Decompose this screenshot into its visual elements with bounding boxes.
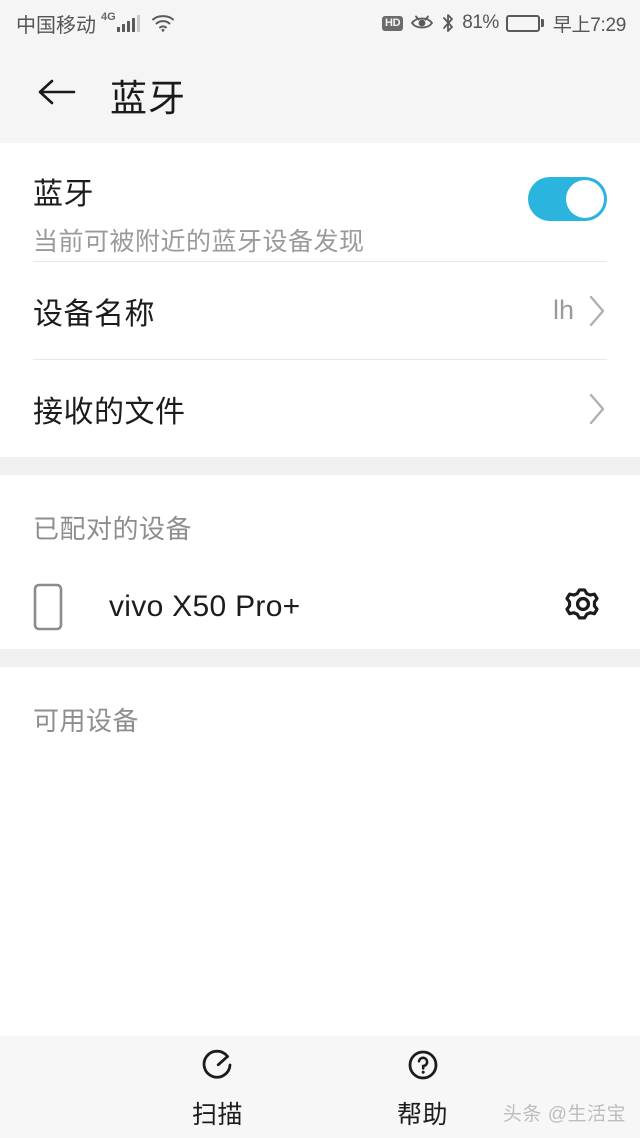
bottom-action-bar: 扫描 帮助 头条 @生活宝 [0, 1036, 640, 1138]
scan-label: 扫描 [191, 1101, 243, 1129]
device-settings-button[interactable] [559, 583, 607, 631]
bluetooth-icon [441, 13, 455, 33]
wifi-icon [151, 14, 175, 32]
scan-button[interactable]: 扫描 [158, 1043, 278, 1131]
watermark-label: 头条 @生活宝 [502, 1104, 626, 1125]
toggle-knob [566, 180, 604, 218]
paired-device-name: vivo X50 Pro+ [109, 589, 301, 623]
network-indicator: 4G [101, 11, 141, 32]
arrow-left-icon [36, 76, 78, 113]
bluetooth-title: 蓝牙 [33, 178, 94, 211]
device-name-value: lh [552, 295, 574, 325]
bluetooth-toggle-switch[interactable] [528, 177, 607, 221]
available-devices-list [0, 756, 640, 1028]
eye-comfort-icon [410, 14, 434, 32]
status-bar-right: HD 81% 早上7:29 [381, 10, 626, 37]
help-button[interactable]: 帮助 [363, 1043, 483, 1131]
bluetooth-toggle-row[interactable]: 蓝牙 当前可被附近的蓝牙设备发现 [0, 143, 640, 261]
hd-badge-icon: HD [381, 15, 404, 31]
phone-icon [33, 583, 83, 631]
device-name-row[interactable]: 设备名称 lh [0, 262, 640, 359]
network-type-label: 4G [101, 10, 116, 23]
status-bar-left: 中国移动 4G [16, 9, 175, 38]
clock-label: 早上7:29 [552, 14, 626, 36]
paired-devices-header: 已配对的设备 [0, 475, 640, 564]
available-devices-header: 可用设备 [0, 667, 640, 756]
device-name-label: 设备名称 [33, 297, 155, 331]
settings-content: 蓝牙 当前可被附近的蓝牙设备发现 设备名称 lh 接收的文件 已配对的设备 vi… [0, 143, 640, 1028]
app-header: 蓝牙 [0, 46, 640, 143]
help-label: 帮助 [396, 1101, 448, 1129]
bluetooth-subtitle: 当前可被附近的蓝牙设备发现 [33, 228, 365, 256]
battery-percent-label: 81% [462, 12, 499, 33]
back-button[interactable] [33, 71, 81, 119]
status-bar: 中国移动 4G HD 81% 早上7:29 [0, 0, 640, 46]
chevron-right-icon [587, 392, 607, 426]
bluetooth-row-text: 蓝牙 当前可被附近的蓝牙设备发现 [33, 169, 528, 258]
paired-device-row[interactable]: vivo X50 Pro+ [0, 564, 640, 649]
received-files-row[interactable]: 接收的文件 [0, 360, 640, 457]
carrier-label: 中国移动 [16, 14, 96, 37]
signal-strength-icon [116, 14, 141, 32]
question-circle-icon [401, 1043, 445, 1087]
scan-refresh-icon [196, 1043, 240, 1087]
section-separator [0, 649, 640, 667]
battery-icon [505, 14, 544, 32]
chevron-right-icon [587, 294, 607, 328]
page-title: 蓝牙 [110, 77, 186, 119]
received-files-label: 接收的文件 [33, 395, 186, 429]
gear-icon [562, 583, 604, 630]
section-separator [0, 457, 640, 475]
